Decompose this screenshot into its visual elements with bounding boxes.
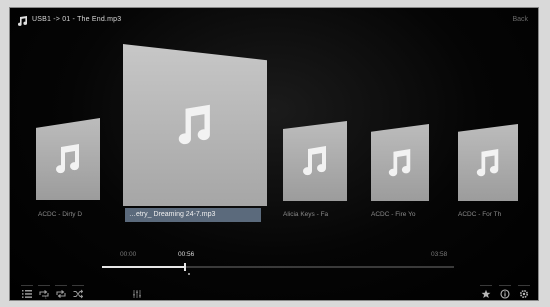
music-note-icon (18, 16, 28, 26)
top-bar: USB1 -> 01 - The End.mp3 Back (10, 8, 538, 34)
repeat-one-icon[interactable]: 1 (39, 286, 49, 300)
back-button[interactable]: Back (512, 16, 528, 23)
equalizer-icon[interactable] (132, 286, 142, 298)
media-player-screen: USB1 -> 01 - The End.mp3 Back ACDC - Dir… (10, 8, 538, 300)
position-marker (188, 273, 190, 275)
star-icon[interactable] (481, 286, 491, 298)
current-time: 00:56 (178, 251, 195, 258)
track-label: ACDC - For Th (458, 211, 502, 218)
list-icon[interactable] (22, 286, 32, 298)
info-icon[interactable] (500, 286, 510, 299)
music-note-icon (303, 146, 327, 176)
track-label: Alicia Keys - Fa (283, 211, 329, 218)
now-playing-path: USB1 -> 01 - The End.mp3 (32, 16, 122, 23)
music-note-icon (476, 148, 499, 176)
settings-icon[interactable] (519, 286, 529, 299)
track-label: ACDC - Dirty D (38, 211, 83, 218)
music-note-icon (388, 148, 411, 176)
music-note-icon (178, 104, 210, 145)
start-time: 00:00 (120, 251, 137, 258)
selected-track-label: …etry_ Dreaming 24-7.mp3 (125, 208, 261, 222)
album-cover[interactable] (371, 124, 429, 201)
progress-handle[interactable] (184, 263, 186, 271)
music-note-icon (56, 144, 80, 174)
progress-fill (102, 266, 185, 268)
album-cover[interactable] (36, 118, 100, 200)
track-label: ACDC - Fire Yo (371, 211, 416, 218)
total-time: 03:58 (431, 251, 448, 258)
progress-bar[interactable] (102, 263, 454, 271)
bottom-bar: 1 (10, 282, 538, 300)
album-cover[interactable] (458, 124, 518, 201)
repeat-icon[interactable] (56, 286, 66, 298)
shuffle-icon[interactable] (73, 286, 84, 299)
album-cover-selected[interactable] (123, 44, 267, 206)
album-cover[interactable] (283, 121, 347, 201)
